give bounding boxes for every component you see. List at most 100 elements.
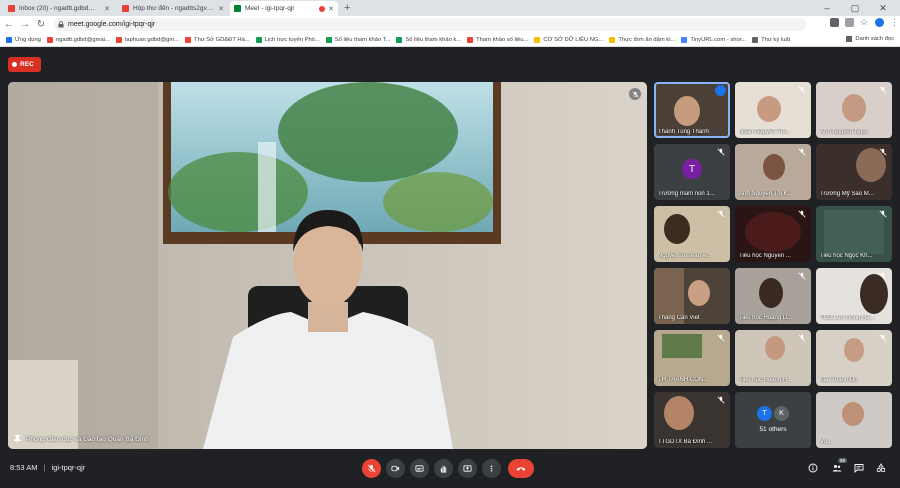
forward-icon[interactable]: → <box>18 19 32 30</box>
bookmark-item[interactable]: ngadtt.gdbd@gmai... <box>46 36 110 43</box>
bookmark-item[interactable]: taphuan.gdbd@gm... <box>115 36 179 43</box>
speaking-indicator-icon <box>715 85 726 96</box>
bookmark-apps[interactable]: Ứng dụng <box>6 36 41 43</box>
mic-off-icon <box>367 464 376 473</box>
participant-tile[interactable]: Trương Mỹ Sao M... <box>816 144 892 200</box>
bookmark-item[interactable]: TinyURL.com - shor... <box>681 36 746 43</box>
bookmark-label: CƠ SỞ DỮ LIỆU NG... <box>543 36 604 43</box>
meeting-info: 8:53 AM | igi-tpqr-qjr <box>10 463 85 472</box>
camera-toggle-button[interactable] <box>386 459 405 478</box>
bookmark-label: ngadtt.gdbd@gmai... <box>55 36 110 43</box>
participant-name: Thang Can Viet <box>658 315 700 321</box>
gmail-icon <box>46 36 53 43</box>
share-icon[interactable] <box>845 18 854 27</box>
close-window-button[interactable]: ✕ <box>876 2 890 14</box>
participant-tile[interactable]: Vo... <box>816 392 892 448</box>
meet-stage: REC Phòng Giáo dục và Đào tạo Quận Ba Đì… <box>0 48 900 488</box>
participant-tile[interactable]: Thanh Tùng Thành <box>654 82 730 138</box>
bookmark-item[interactable]: Thực đơn ăn dặm ki... <box>609 36 676 43</box>
reading-list-label: Danh sách đọc <box>855 36 894 42</box>
tab-gmail-hopthuden[interactable]: Hộp thư đến - ngadtts2gv@sc... ✕ <box>118 1 228 16</box>
others-avatars: T K <box>735 406 811 421</box>
new-tab-button[interactable]: + <box>344 2 350 14</box>
meeting-details-button[interactable] <box>806 461 820 475</box>
profile-avatar[interactable] <box>875 18 884 27</box>
participant-tile[interactable]: Nguyễn Thị Vân A... <box>654 206 730 262</box>
bookmark-item[interactable]: Thư Sở GD&ĐT Hà... <box>185 36 250 43</box>
bookmark-item[interactable]: Thư ký luật <box>752 36 790 43</box>
sheets-icon <box>325 36 332 43</box>
bookmark-label: Tham khảo số liệu... <box>476 36 529 43</box>
browser-window: Inbox (20) - ngadtt.gdbd@gmai... ✕ Hộp t… <box>0 0 900 488</box>
main-video[interactable]: Phòng Giáo dục và Đào tạo Quận Ba Đình <box>8 82 647 449</box>
bookmark-item[interactable]: Số liệu tham khảo k... <box>396 36 462 43</box>
reload-icon[interactable]: ↻ <box>34 19 48 30</box>
url-text: meet.google.com/igi-tpqr-qjr <box>68 21 156 28</box>
leave-call-button[interactable] <box>508 459 534 478</box>
participant-name: Mai Thanh Do <box>820 377 858 383</box>
participant-tile[interactable]: Anh Nguyễn Thị K... <box>735 144 811 200</box>
speaker-name: Phòng Giáo dục và Đào tạo Quận Ba Đình <box>26 435 149 443</box>
camera-permission-icon[interactable] <box>830 18 839 27</box>
participant-tile[interactable]: Mai Thanh Do <box>816 330 892 386</box>
participant-name: Anh Nguyễn Ngọc <box>820 129 869 135</box>
tab-title: Meet - igi-tpqr-qjr <box>245 5 295 12</box>
captions-button[interactable] <box>410 459 429 478</box>
bookmark-label: Số liệu tham khảo k... <box>405 36 462 43</box>
participant-tile[interactable]: Thang Can Viet <box>654 268 730 324</box>
close-icon[interactable]: ✕ <box>104 5 110 13</box>
mic-off-icon <box>879 272 887 280</box>
tab-title: Inbox (20) - ngadtt.gdbd@gmai... <box>19 5 101 12</box>
menu-icon[interactable]: ⋮ <box>890 18 899 27</box>
chat-button[interactable] <box>852 461 866 475</box>
bookmark-item[interactable]: Tham khảo số liệu... <box>467 36 529 43</box>
address-bar[interactable]: meet.google.com/igi-tpqr-qjr <box>54 18 806 31</box>
close-icon[interactable]: ✕ <box>218 5 224 13</box>
participant-tile[interactable]: T Trường mầm non 1... <box>654 144 730 200</box>
link-icon <box>681 36 688 43</box>
bookmark-item[interactable]: Lịch trực tuyến Phò... <box>255 36 320 43</box>
participant-tile[interactable]: Tiểu học Nguyễn ... <box>735 206 811 262</box>
participant-tile[interactable]: Tiểu học Ngọc Kh... <box>816 206 892 262</box>
reading-list[interactable]: Danh sách đọc <box>842 36 894 42</box>
toolbar: ← → ↻ meet.google.com/igi-tpqr-qjr ☆ ⋮ <box>0 16 900 33</box>
tab-strip: Inbox (20) - ngadtt.gdbd@gmai... ✕ Hộp t… <box>0 0 900 16</box>
maximize-button[interactable]: ▢ <box>848 2 862 14</box>
tab-gmail-inbox[interactable]: Inbox (20) - ngadtt.gdbd@gmai... ✕ <box>4 1 114 16</box>
participant-tile[interactable]: Tiểu học Hoàng D... <box>735 268 811 324</box>
raise-hand-button[interactable] <box>434 459 453 478</box>
participant-tile[interactable]: Anh Nguyễn Ngọc <box>816 82 892 138</box>
tab-meet[interactable]: Meet - igi-tpqr-qjr ✕ <box>230 1 338 16</box>
people-button[interactable]: 69 <box>830 458 847 475</box>
mic-off-icon <box>879 210 887 218</box>
bookmark-item[interactable]: CƠ SỞ DỮ LIỆU NG... <box>534 36 604 43</box>
bookmark-label: Thư Sở GD&ĐT Hà... <box>194 36 250 43</box>
back-icon[interactable]: ← <box>2 19 16 30</box>
more-vert-icon <box>490 465 493 472</box>
bookmark-item[interactable]: Số liệu tham khảo T... <box>325 36 390 43</box>
present-button[interactable] <box>458 459 477 478</box>
participant-tile[interactable]: Tiểu học Hoàng H... <box>735 330 811 386</box>
others-tile[interactable]: T K 51 others <box>735 392 811 448</box>
mic-toggle-button[interactable] <box>362 459 381 478</box>
people-count-badge: 69 <box>837 458 847 463</box>
activities-button[interactable] <box>874 461 888 475</box>
mic-off-icon <box>717 210 725 218</box>
mic-off-icon <box>798 148 806 156</box>
participant-tile[interactable]: TCB Lưu Hồng Ha... <box>816 268 892 324</box>
participant-tile[interactable]: Ngân Nguyễn Thị... <box>735 82 811 138</box>
participant-tile[interactable]: TTGDTX Ba Đình ... <box>654 392 730 448</box>
participant-name: Tiểu học Ngọc Kh... <box>820 253 873 259</box>
pin-icon[interactable] <box>14 435 21 443</box>
more-options-button[interactable] <box>482 459 501 478</box>
star-icon[interactable]: ☆ <box>860 18 869 27</box>
meeting-controls-bar: 8:53 AM | igi-tpqr-qjr 69 <box>0 449 900 488</box>
mic-off-icon <box>798 334 806 342</box>
close-icon[interactable]: ✕ <box>328 5 334 13</box>
participant-name: Ngân Nguyễn Thị... <box>739 129 791 135</box>
bookmark-label: Thực đơn ăn dặm ki... <box>618 36 676 43</box>
mic-off-icon <box>717 334 725 342</box>
participant-tile[interactable]: TH THÀNH CÔN... <box>654 330 730 386</box>
minimize-button[interactable]: – <box>820 2 834 14</box>
folder-icon <box>609 36 616 43</box>
